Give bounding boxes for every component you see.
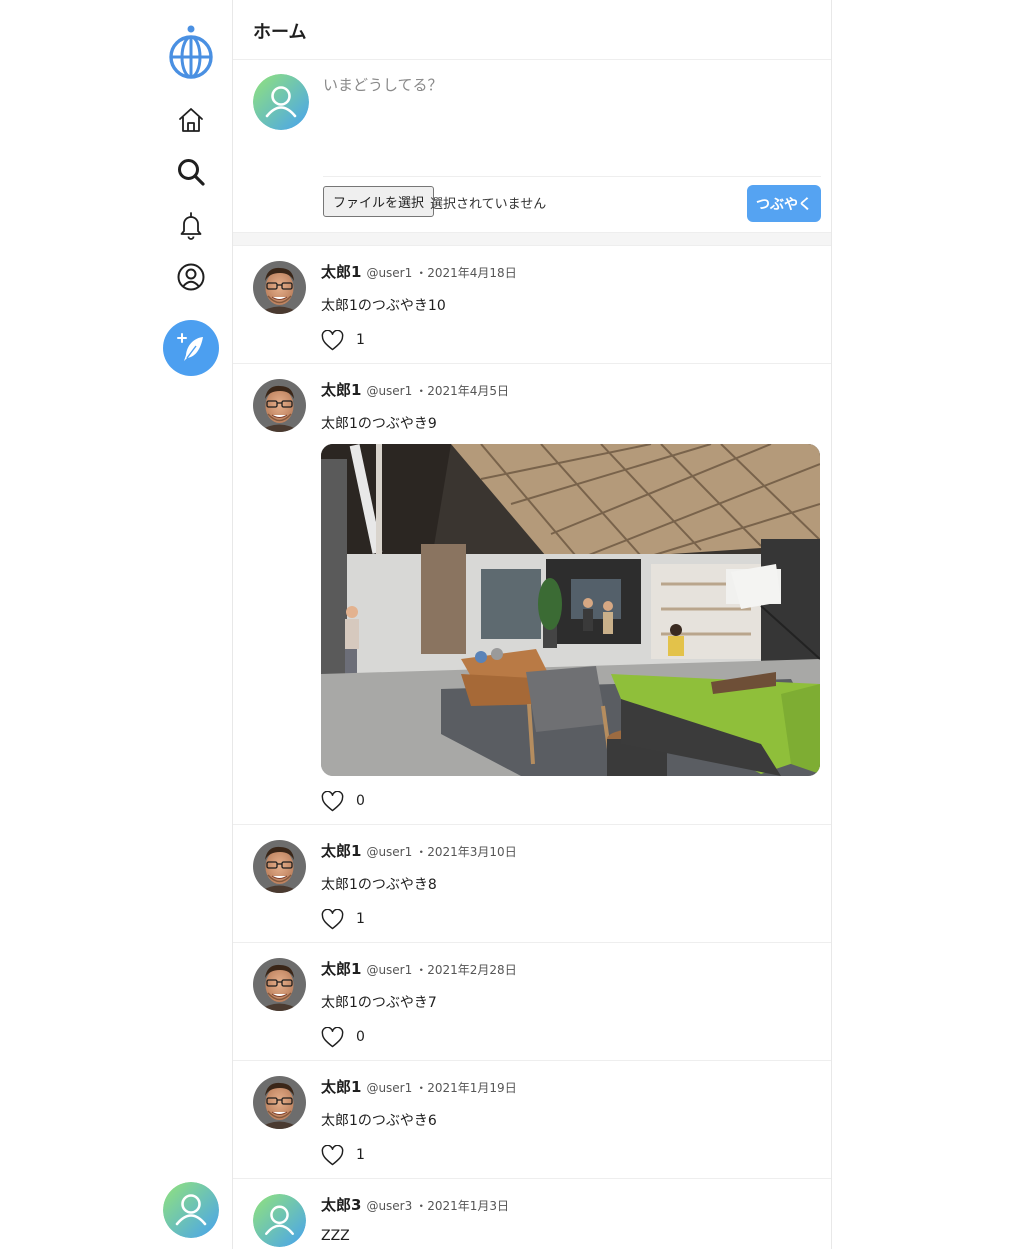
tweet-meta: 太郎1 @user1 ・2021年2月28日	[321, 958, 821, 979]
tweet-item[interactable]: 太郎3 @user3 ・2021年1月3日 ZZZ	[233, 1179, 831, 1249]
user-avatar[interactable]	[253, 958, 306, 1011]
tweet-date: ・2021年2月28日	[415, 963, 517, 977]
tweet-text: ZZZ	[321, 1228, 350, 1244]
tweet-item[interactable]: 太郎1 @user1 ・2021年1月19日太郎1のつぶやき6 1	[233, 1061, 831, 1179]
tweet-meta: 太郎3 @user3 ・2021年1月3日	[321, 1194, 821, 1215]
sidebar-item-home[interactable]	[171, 100, 211, 140]
user-display-name[interactable]: 太郎1	[321, 1076, 361, 1097]
page-header: ホーム	[233, 0, 831, 60]
tweet-meta: 太郎1 @user1 ・2021年1月19日	[321, 1076, 821, 1097]
composer-divider	[323, 176, 821, 177]
user-circle-icon	[177, 263, 205, 291]
user-handle[interactable]: @user1	[366, 845, 412, 859]
user-handle[interactable]: @user1	[366, 1081, 412, 1095]
tweet-item[interactable]: 太郎1 @user1 ・2021年4月5日太郎1のつぶやき9 0	[233, 364, 831, 825]
bell-icon	[180, 212, 202, 240]
user-handle[interactable]: @user1	[366, 266, 412, 280]
like-action: 1	[321, 908, 821, 930]
sidebar-item-profile[interactable]	[171, 257, 211, 297]
account-avatar[interactable]	[163, 1182, 219, 1238]
tweet-meta: 太郎1 @user1 ・2021年4月18日	[321, 261, 821, 282]
tweet-meta: 太郎1 @user1 ・2021年3月10日	[321, 840, 821, 861]
like-action: 0	[321, 790, 821, 812]
heart-icon[interactable]	[321, 908, 344, 930]
user-avatar[interactable]	[253, 261, 306, 314]
heart-icon[interactable]	[321, 1026, 344, 1048]
tweet-date: ・2021年4月18日	[415, 266, 517, 280]
tweet-date: ・2021年1月3日	[415, 1199, 510, 1213]
user-display-name[interactable]: 太郎1	[321, 840, 361, 861]
tweet-item[interactable]: 太郎1 @user1 ・2021年4月18日太郎1のつぶやき10 1	[233, 246, 831, 364]
tweet-text: 太郎1のつぶやき9	[321, 416, 437, 432]
like-count: 1	[356, 911, 365, 927]
tweet-text: 太郎1のつぶやき10	[321, 298, 446, 314]
user-avatar[interactable]	[253, 1194, 306, 1247]
sidebar-item-search[interactable]	[171, 152, 211, 192]
user-handle[interactable]: @user3	[366, 1199, 412, 1213]
globe-logo-icon[interactable]	[167, 24, 215, 80]
tweet-composer: ファイルを選択 選択されていません つぶやく	[233, 60, 831, 233]
user-avatar[interactable]	[253, 840, 306, 893]
user-display-name[interactable]: 太郎3	[321, 1194, 361, 1215]
tweet-text: 太郎1のつぶやき8	[321, 877, 437, 893]
user-display-name[interactable]: 太郎1	[321, 261, 361, 282]
user-display-name[interactable]: 太郎1	[321, 379, 361, 400]
file-select-button[interactable]: ファイルを選択	[323, 186, 435, 217]
composer-avatar	[253, 74, 309, 130]
tweet-meta: 太郎1 @user1 ・2021年4月5日	[321, 379, 821, 400]
tweet-input[interactable]	[323, 74, 813, 174]
file-status-text: 選択されていません	[430, 197, 547, 212]
user-avatar[interactable]	[253, 379, 306, 432]
heart-icon[interactable]	[321, 790, 344, 812]
user-handle[interactable]: @user1	[366, 963, 412, 977]
tweet-text: 太郎1のつぶやき6	[321, 1113, 437, 1129]
tweet-date: ・2021年3月10日	[415, 845, 517, 859]
tweet-text: 太郎1のつぶやき7	[321, 995, 437, 1011]
default-avatar	[163, 1182, 219, 1238]
user-display-name[interactable]: 太郎1	[321, 958, 361, 979]
like-count: 1	[356, 1147, 365, 1163]
timeline-column: ホーム ファイルを選択 選択されていません つぶやく 太郎1@user1・202…	[232, 0, 832, 1249]
tweet-item[interactable]: 太郎1 @user1 ・2021年2月28日太郎1のつぶやき7 0	[233, 943, 831, 1061]
like-count: 0	[356, 793, 365, 809]
feather-plus-icon	[177, 333, 203, 361]
tweet-date: ・2021年4月5日	[415, 384, 510, 398]
page-title: ホーム	[253, 22, 307, 43]
sidebar	[150, 0, 232, 1249]
tweet-date: ・2021年1月19日	[415, 1081, 517, 1095]
section-divider	[233, 233, 831, 246]
like-action: 1	[321, 1144, 821, 1166]
like-count: 1	[356, 332, 365, 348]
like-action: 0	[321, 1026, 821, 1048]
tweet-submit-button[interactable]: つぶやく	[747, 185, 821, 222]
user-handle[interactable]: @user1	[366, 384, 412, 398]
sidebar-item-notifications[interactable]	[171, 205, 211, 245]
search-icon	[178, 159, 205, 186]
heart-icon[interactable]	[321, 329, 344, 351]
home-icon	[179, 108, 203, 132]
like-count: 0	[356, 1029, 365, 1045]
user-avatar[interactable]	[253, 1076, 306, 1129]
tweet-feed: 太郎1 @user1 ・2021年4月18日 太郎1のつぶやき10 1 太郎1 @user1…	[233, 246, 831, 1249]
heart-icon[interactable]	[321, 1144, 344, 1166]
tweet-item[interactable]: 太郎1 @user1 ・2021年3月10日太郎1のつぶやき8 1	[233, 825, 831, 943]
compose-button[interactable]	[163, 320, 219, 376]
tweet-image[interactable]	[321, 444, 820, 776]
like-action: 1	[321, 329, 821, 351]
